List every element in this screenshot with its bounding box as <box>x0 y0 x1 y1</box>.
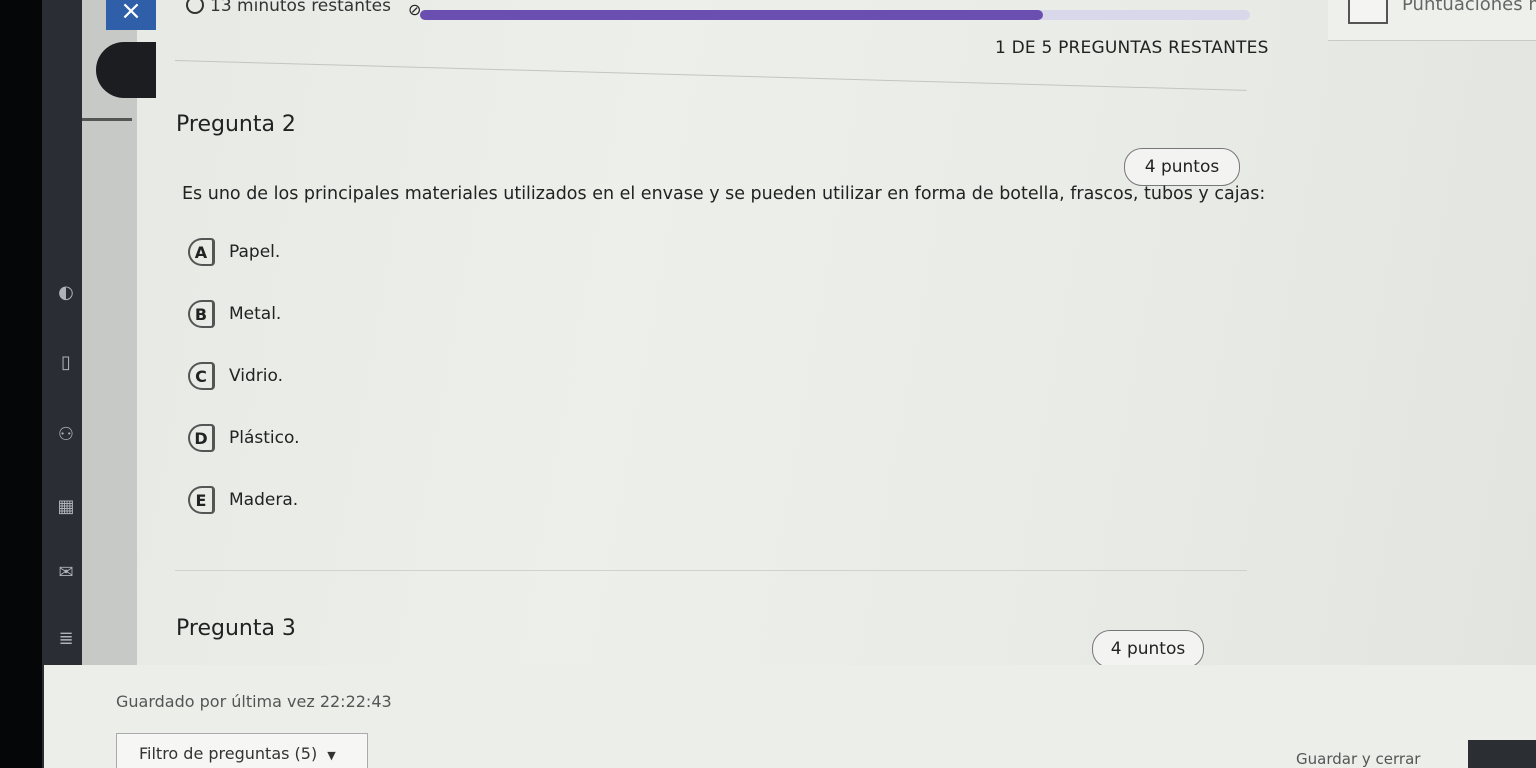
question-2-text: Es uno de los principales materiales uti… <box>182 184 1266 204</box>
option-letter: E <box>188 486 215 514</box>
hide-timer-icon[interactable]: ⊘ <box>408 0 421 19</box>
close-icon: × <box>120 0 142 26</box>
question-2-title: Pregunta 2 <box>176 112 296 137</box>
people-icon[interactable]: ⚇ <box>55 424 77 446</box>
progress-fill <box>420 10 1043 20</box>
option-e[interactable]: E Madera. <box>188 486 298 514</box>
option-label: Plástico. <box>229 428 300 448</box>
close-button[interactable]: × <box>106 0 156 30</box>
question-3-title: Pregunta 3 <box>176 616 296 641</box>
score-label: Puntuaciones m <box>1402 0 1536 15</box>
globe-icon[interactable]: ◐ <box>55 282 77 304</box>
side-avatar[interactable] <box>96 42 156 98</box>
option-letter: C <box>188 362 215 390</box>
clock-icon <box>186 0 204 14</box>
save-and-close-button[interactable]: Guardar y cerrar <box>1296 750 1420 768</box>
option-letter: B <box>188 300 215 328</box>
caret-down-icon: ▼ <box>327 749 336 762</box>
book-icon[interactable]: ▯ <box>55 352 77 374</box>
side-toolbar <box>42 0 82 768</box>
question-filter-button[interactable]: Filtro de preguntas (5) ▼ <box>116 733 368 768</box>
mail-icon[interactable]: ✉ <box>55 562 77 584</box>
header-divider <box>174 60 1247 91</box>
option-letter: D <box>188 424 215 452</box>
side-divider <box>82 118 132 121</box>
option-a[interactable]: A Papel. <box>188 238 280 266</box>
last-saved-text: Guardado por última vez 22:22:43 <box>116 692 392 711</box>
question-2-points: 4 puntos <box>1124 148 1240 186</box>
side-strip <box>82 0 137 665</box>
screen-bezel <box>0 0 42 768</box>
questions-remaining: 1 DE 5 PREGUNTAS RESTANTES <box>995 38 1269 58</box>
screen: ◐ ▯ ⚇ ▦ ✉ ≣ × 13 minutos restantes ⊘ Pun… <box>0 0 1536 768</box>
timer-text: 13 minutos restantes <box>210 0 391 16</box>
option-letter: A <box>188 238 215 266</box>
progress-bar <box>420 10 1250 20</box>
document-icon[interactable]: ≣ <box>55 628 77 650</box>
question-divider <box>175 570 1247 571</box>
score-toggle-checkbox[interactable] <box>1348 0 1388 24</box>
calendar-icon[interactable]: ▦ <box>55 496 77 518</box>
filter-label: Filtro de preguntas (5) <box>139 744 318 763</box>
option-d[interactable]: D Plástico. <box>188 424 300 452</box>
option-c[interactable]: C Vidrio. <box>188 362 283 390</box>
option-label: Vidrio. <box>229 366 283 386</box>
option-label: Madera. <box>229 490 299 510</box>
option-b[interactable]: B Metal. <box>188 300 281 328</box>
option-label: Papel. <box>229 242 281 262</box>
question-3-points: 4 puntos <box>1092 630 1204 668</box>
submit-button[interactable] <box>1468 740 1536 768</box>
option-label: Metal. <box>229 304 282 324</box>
